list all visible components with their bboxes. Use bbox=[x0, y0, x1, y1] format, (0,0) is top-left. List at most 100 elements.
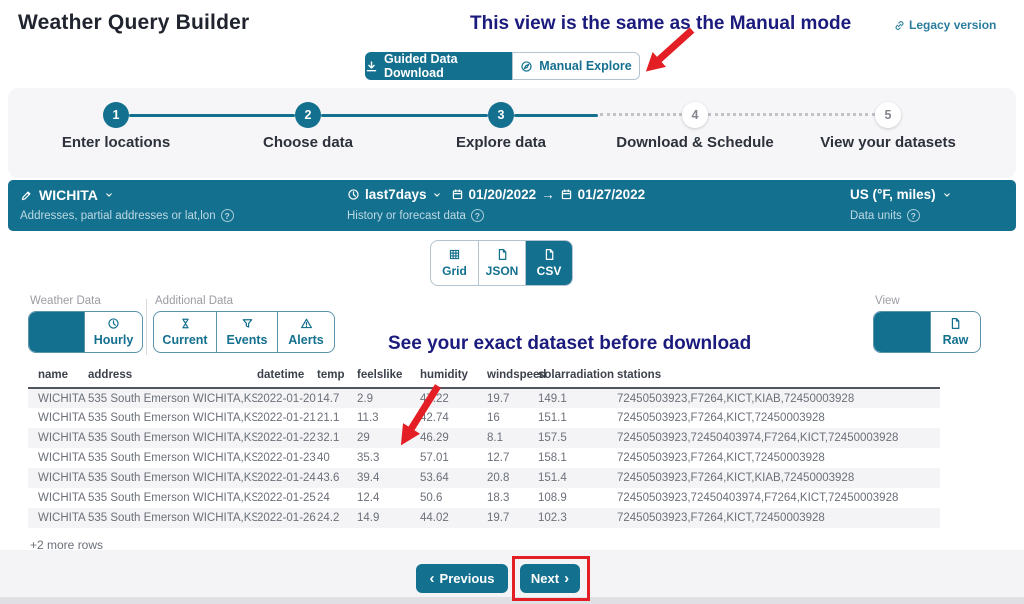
table-cell: 12.7 bbox=[487, 448, 538, 468]
table-cell: 43.6 bbox=[317, 468, 357, 488]
units-selector[interactable]: US (°F, miles) bbox=[850, 187, 952, 202]
table-cell: 2022-01-23 bbox=[257, 448, 317, 468]
table-cell: 44.02 bbox=[420, 508, 487, 528]
table-cell: 21.1 bbox=[317, 408, 357, 428]
calendar-icon bbox=[451, 188, 464, 201]
alerts-button[interactable]: Alerts bbox=[277, 312, 334, 352]
table-cell: WICHITA bbox=[28, 488, 88, 508]
document-icon bbox=[496, 248, 509, 261]
step-1-label: Enter locations bbox=[6, 134, 226, 151]
column-header: humidity bbox=[420, 362, 487, 388]
step-4-label: Download & Schedule bbox=[585, 134, 805, 151]
daily-button[interactable]: Daily bbox=[29, 312, 84, 352]
table-cell: 102.3 bbox=[538, 508, 617, 528]
column-header: stations bbox=[617, 362, 940, 388]
table-cell: 16 bbox=[487, 408, 538, 428]
table-cell: 19.7 bbox=[487, 388, 538, 408]
table-cell: 151.1 bbox=[538, 408, 617, 428]
stepper-connector bbox=[514, 114, 598, 117]
table-cell: 535 South Emerson WICHITA,KS 67209 bbox=[88, 448, 257, 468]
tab-guided-data-download[interactable]: Guided Data Download bbox=[365, 52, 512, 80]
table-header-row: nameaddressdatetimetempfeelslikehumidity… bbox=[28, 362, 940, 388]
footer-bar bbox=[0, 550, 1024, 604]
help-icon[interactable]: ? bbox=[471, 209, 484, 222]
period-hint-text: History or forecast data bbox=[347, 210, 466, 222]
help-icon[interactable]: ? bbox=[907, 209, 920, 222]
table-cell: 20.8 bbox=[487, 468, 538, 488]
document-icon bbox=[949, 317, 962, 330]
current-label: Current bbox=[162, 333, 207, 347]
legacy-version-link[interactable]: Legacy version bbox=[894, 18, 996, 32]
calendar-icon bbox=[560, 188, 573, 201]
format-json-button[interactable]: JSON bbox=[478, 241, 525, 285]
date-end-value[interactable]: 01/27/2022 bbox=[578, 187, 646, 202]
bottom-edge bbox=[0, 597, 1024, 604]
table-cell: WICHITA bbox=[28, 388, 88, 408]
table-cell: 108.9 bbox=[538, 488, 617, 508]
raw-view-button[interactable]: Raw bbox=[930, 312, 980, 352]
table-cell: 14.9 bbox=[357, 508, 420, 528]
grid-icon bbox=[448, 248, 461, 261]
table-cell: 158.1 bbox=[538, 448, 617, 468]
stepper-connector bbox=[321, 114, 488, 117]
current-button[interactable]: Current bbox=[154, 312, 216, 352]
step-3-circle[interactable]: 3 bbox=[488, 102, 514, 128]
step-5-label: View your datasets bbox=[778, 134, 998, 151]
table-cell: 46.29 bbox=[420, 428, 487, 448]
period-selector[interactable]: last7days 01/20/2022 → 01/27/2022 bbox=[347, 187, 645, 202]
step-1-circle[interactable]: 1 bbox=[103, 102, 129, 128]
location-selector[interactable]: WICHITA bbox=[20, 187, 114, 203]
table-cell: 535 South Emerson WICHITA,KS 67209 bbox=[88, 508, 257, 528]
table-row: WICHITA535 South Emerson WICHITA,KS 6720… bbox=[28, 488, 940, 508]
alerts-label: Alerts bbox=[288, 333, 323, 347]
table-body: WICHITA535 South Emerson WICHITA,KS 6720… bbox=[28, 388, 940, 528]
date-start-value[interactable]: 01/20/2022 bbox=[469, 187, 537, 202]
format-csv-button[interactable]: CSV bbox=[525, 241, 572, 285]
table-cell: 29 bbox=[357, 428, 420, 448]
step-5-circle[interactable]: 5 bbox=[875, 102, 901, 128]
hourly-button[interactable]: Hourly bbox=[84, 312, 142, 352]
stepper-connector bbox=[600, 113, 682, 116]
table-cell: 8.1 bbox=[487, 428, 538, 448]
table-cell: 72450503923,F7264,KICT,72450003928 bbox=[617, 508, 940, 528]
daily-label: Daily bbox=[42, 333, 72, 347]
link-icon bbox=[894, 20, 905, 31]
step-2-circle[interactable]: 2 bbox=[295, 102, 321, 128]
help-icon[interactable]: ? bbox=[221, 209, 234, 222]
table-view-button[interactable]: Table bbox=[874, 312, 930, 352]
table-cell: 12.4 bbox=[357, 488, 420, 508]
annotation-dataset: See your exact dataset before download bbox=[388, 333, 751, 355]
hourly-label: Hourly bbox=[94, 333, 134, 347]
table-cell: WICHITA bbox=[28, 468, 88, 488]
column-header: address bbox=[88, 362, 257, 388]
weather-data-group: Daily Hourly bbox=[28, 311, 143, 353]
tab-manual-explore[interactable]: Manual Explore bbox=[512, 52, 640, 80]
pencil-icon bbox=[20, 189, 33, 202]
previous-button[interactable]: ‹ Previous bbox=[416, 564, 508, 593]
table-row: WICHITA535 South Emerson WICHITA,KS 6720… bbox=[28, 428, 940, 448]
download-icon bbox=[365, 60, 378, 73]
additional-data-group: Current Events Alerts bbox=[153, 311, 335, 353]
table-view-label: Table bbox=[886, 333, 918, 347]
table-cell: WICHITA bbox=[28, 408, 88, 428]
events-button[interactable]: Events bbox=[216, 312, 277, 352]
table-cell: 11.3 bbox=[357, 408, 420, 428]
table-cell: 39.4 bbox=[357, 468, 420, 488]
table-cell: 47.22 bbox=[420, 388, 487, 408]
units-hint: Data units ? bbox=[850, 209, 920, 222]
next-chevron-icon: › bbox=[564, 570, 569, 587]
column-header: temp bbox=[317, 362, 357, 388]
table-cell: 72450503923,72450403974,F7264,KICT,72450… bbox=[617, 488, 940, 508]
raw-view-label: Raw bbox=[943, 333, 969, 347]
table-cell: 535 South Emerson WICHITA,KS 67209 bbox=[88, 408, 257, 428]
table-cell: 72450503923,F7264,KICT,KIAB,72450003928 bbox=[617, 468, 940, 488]
next-button[interactable]: Next › bbox=[520, 564, 580, 593]
units-value: US (°F, miles) bbox=[850, 187, 936, 202]
chevron-down-icon bbox=[432, 190, 442, 200]
format-grid-button[interactable]: Grid bbox=[431, 241, 478, 285]
step-4-circle[interactable]: 4 bbox=[682, 102, 708, 128]
table-cell: 42.74 bbox=[420, 408, 487, 428]
table-cell: 157.5 bbox=[538, 428, 617, 448]
document-icon bbox=[543, 248, 556, 261]
tab-guided-label: Guided Data Download bbox=[384, 52, 512, 80]
